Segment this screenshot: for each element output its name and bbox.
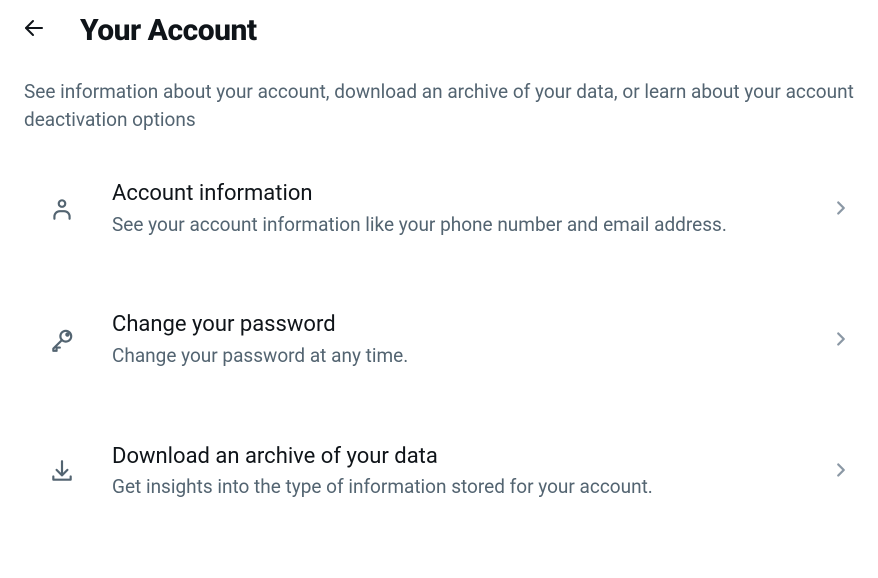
menu-item-description: See your account information like your p… (112, 211, 794, 239)
page-title: Your Account (80, 13, 257, 48)
menu: Account information See your account inf… (0, 157, 878, 523)
menu-text: Account information See your account inf… (112, 179, 794, 238)
menu-item-description: Get insights into the type of informatio… (112, 473, 794, 501)
menu-text: Download an archive of your data Get ins… (112, 442, 794, 501)
menu-item-title: Download an archive of your data (112, 442, 794, 472)
header: Your Account (0, 0, 878, 60)
chevron-right-icon (830, 459, 854, 483)
menu-item-title: Change your password (112, 310, 794, 340)
menu-item-change-password[interactable]: Change your password Change your passwor… (0, 288, 878, 391)
menu-item-account-information[interactable]: Account information See your account inf… (0, 157, 878, 260)
chevron-right-icon (830, 197, 854, 221)
arrow-left-icon (22, 16, 46, 44)
page-subtitle: See information about your account, down… (0, 60, 878, 157)
person-icon (48, 195, 76, 223)
chevron-right-icon (830, 328, 854, 352)
menu-item-download-archive[interactable]: Download an archive of your data Get ins… (0, 420, 878, 523)
menu-item-description: Change your password at any time. (112, 342, 794, 370)
download-icon (48, 457, 76, 485)
menu-item-title: Account information (112, 179, 794, 209)
key-icon (48, 326, 76, 354)
back-button[interactable] (16, 12, 52, 48)
menu-text: Change your password Change your passwor… (112, 310, 794, 369)
